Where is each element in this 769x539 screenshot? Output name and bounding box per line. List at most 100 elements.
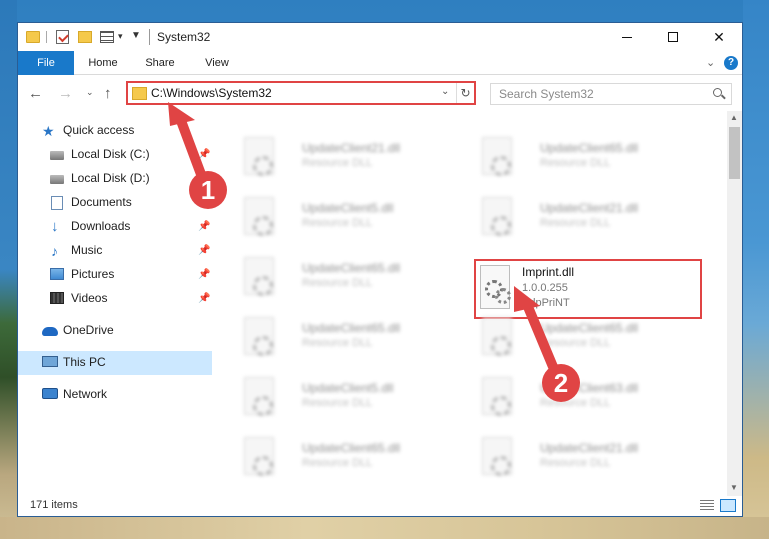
pin-icon[interactable]: 📌 (198, 245, 210, 256)
file-type: Resource DLL (302, 397, 373, 409)
sidebar-item-pictures[interactable]: Pictures 📌 (18, 263, 212, 287)
sidebar-item-quick-access[interactable]: ★ Quick access (18, 119, 212, 143)
file-type: Resource DLL (540, 397, 611, 409)
dll-file-icon (244, 377, 274, 416)
sidebar-item-local-disk-c[interactable]: Local Disk (C:) 📌 (18, 143, 212, 167)
dll-file-icon (244, 197, 274, 236)
item-count: 171 items (30, 499, 78, 511)
sidebar-item-onedrive[interactable]: OneDrive (18, 319, 212, 343)
file-type: Resource DLL (302, 157, 373, 169)
scrollbar-thumb[interactable] (729, 127, 740, 179)
file-type: Resource DLL (540, 337, 611, 349)
dll-file-icon (244, 317, 274, 356)
documents-icon (51, 196, 63, 210)
list-item[interactable]: UpdateClient21.dll Resource DLL (212, 131, 442, 185)
list-item[interactable]: UpdateClient65.dll Resource DLL (212, 311, 442, 365)
pin-icon[interactable]: 📌 (198, 149, 210, 160)
dll-file-icon (482, 437, 512, 476)
file-name: UpdateClient65.dll (302, 321, 401, 335)
list-item[interactable]: UpdateClient65.dll Resource DLL (450, 311, 680, 365)
list-item[interactable]: UpdateClient21.dll Resource DLL (450, 431, 680, 485)
dll-file-icon (244, 137, 274, 176)
maximize-button[interactable] (650, 23, 696, 51)
imprint-dll-item[interactable]: Imprint.dll 1.0.0.255 PdpPriNT (474, 259, 702, 319)
vertical-scrollbar[interactable]: ▲ ▼ (727, 111, 742, 496)
address-path[interactable]: C:\Windows\System32 (151, 86, 272, 100)
recent-locations-icon[interactable]: ⌄ (86, 87, 94, 98)
download-icon: ↓ (51, 218, 59, 235)
address-bar[interactable]: C:\Windows\System32 ⌄ ↻ (126, 81, 476, 105)
file-type: Resource DLL (302, 277, 373, 289)
file-name: UpdateClient5.dll (302, 201, 394, 215)
scroll-up-icon[interactable]: ▲ (730, 113, 738, 122)
sidebar-item-downloads[interactable]: ↓ Downloads 📌 (18, 215, 212, 239)
chevron-down-icon[interactable]: ⌄ (441, 86, 449, 97)
sidebar-item-label: Music (71, 243, 103, 257)
navigation-bar: ← → ⌄ ↑ C:\Windows\System32 ⌄ ↻ Search S… (18, 75, 742, 111)
list-item[interactable]: UpdateClient65.dll Resource DLL (212, 251, 442, 305)
up-arrow-icon[interactable]: ↑ (104, 85, 112, 102)
file-name: UpdateClient21.dll (302, 141, 401, 155)
window-title: System32 (157, 30, 211, 44)
view-options-icon[interactable] (100, 31, 114, 43)
file-list: UpdateClient21.dll Resource DLL UpdateCl… (212, 111, 727, 496)
list-item[interactable]: UpdateClient65.dll Resource DLL (450, 131, 680, 185)
list-item[interactable]: UpdateClient5.dll Resource DLL (212, 191, 442, 245)
sidebar-item-label: Pictures (71, 267, 115, 281)
tab-share[interactable]: Share (134, 51, 186, 75)
list-item[interactable]: UpdateClient5.dll Resource DLL (212, 371, 442, 425)
close-button[interactable]: ✕ (696, 23, 742, 51)
sidebar-item-label: Local Disk (D:) (71, 171, 150, 185)
dll-file-icon (482, 137, 512, 176)
list-item[interactable]: UpdateClient65.dll Resource DLL (212, 431, 442, 485)
details-view-icon[interactable] (700, 500, 714, 512)
sidebar-item-documents[interactable]: Documents 📌 (18, 191, 212, 215)
customize-toolbar-icon[interactable]: ▼ (131, 30, 141, 41)
list-item[interactable]: UpdateClient21.dll Resource DLL (450, 191, 680, 245)
pin-icon[interactable]: 📌 (198, 221, 210, 232)
pin-icon[interactable]: 📌 (198, 197, 210, 208)
sidebar-item-videos[interactable]: Videos 📌 (18, 287, 212, 311)
tab-view[interactable]: View (190, 51, 244, 75)
maximize-icon (668, 32, 678, 42)
new-folder-icon[interactable] (78, 31, 92, 43)
search-icon[interactable] (713, 88, 722, 97)
sidebar-item-label: Network (63, 387, 108, 401)
large-icons-view-icon[interactable] (720, 499, 736, 512)
sidebar-item-music[interactable]: ♪ Music 📌 (18, 239, 212, 263)
pin-icon[interactable]: 📌 (198, 269, 210, 280)
search-box[interactable]: Search System32 (490, 83, 732, 105)
desktop-background-bottom (0, 517, 769, 539)
title-bar: ▾ ▼ System32 ✕ (18, 23, 742, 51)
music-icon: ♪ (51, 243, 58, 259)
list-item[interactable]: UpdateClient63.dll Resource DLL (450, 371, 680, 425)
explorer-window: ▾ ▼ System32 ✕ File Home Share View ⌄ ? … (17, 22, 743, 517)
pc-icon (42, 356, 58, 367)
sidebar-item-local-disk-d[interactable]: Local Disk (D:) (18, 167, 212, 191)
forward-arrow-icon[interactable]: → (58, 85, 73, 102)
search-input[interactable]: Search System32 (499, 87, 594, 101)
dll-file-icon (244, 257, 274, 296)
dll-file-icon (482, 317, 512, 356)
minimize-button[interactable] (604, 23, 650, 51)
chevron-down-icon[interactable]: ▾ (118, 31, 123, 42)
file-company: PdpPriNT (522, 297, 570, 309)
sidebar-item-label: Documents (71, 195, 132, 209)
quick-access-separator (46, 31, 47, 43)
file-type: Resource DLL (302, 217, 373, 229)
properties-icon[interactable] (56, 30, 69, 44)
sidebar-item-network[interactable]: Network (18, 383, 212, 407)
close-icon: ✕ (713, 28, 725, 45)
sidebar-item-this-pc[interactable]: This PC (18, 351, 212, 375)
minimize-icon (622, 36, 632, 38)
tab-home[interactable]: Home (76, 51, 130, 75)
dll-file-icon (244, 437, 274, 476)
expand-ribbon-icon[interactable]: ⌄ (706, 56, 715, 69)
tab-file[interactable]: File (18, 51, 74, 75)
pin-icon[interactable]: 📌 (198, 293, 210, 304)
scroll-down-icon[interactable]: ▼ (730, 483, 738, 492)
refresh-icon[interactable]: ↻ (456, 83, 474, 103)
network-icon (42, 388, 58, 399)
help-icon[interactable]: ? (724, 56, 738, 70)
back-arrow-icon[interactable]: ← (28, 85, 43, 102)
